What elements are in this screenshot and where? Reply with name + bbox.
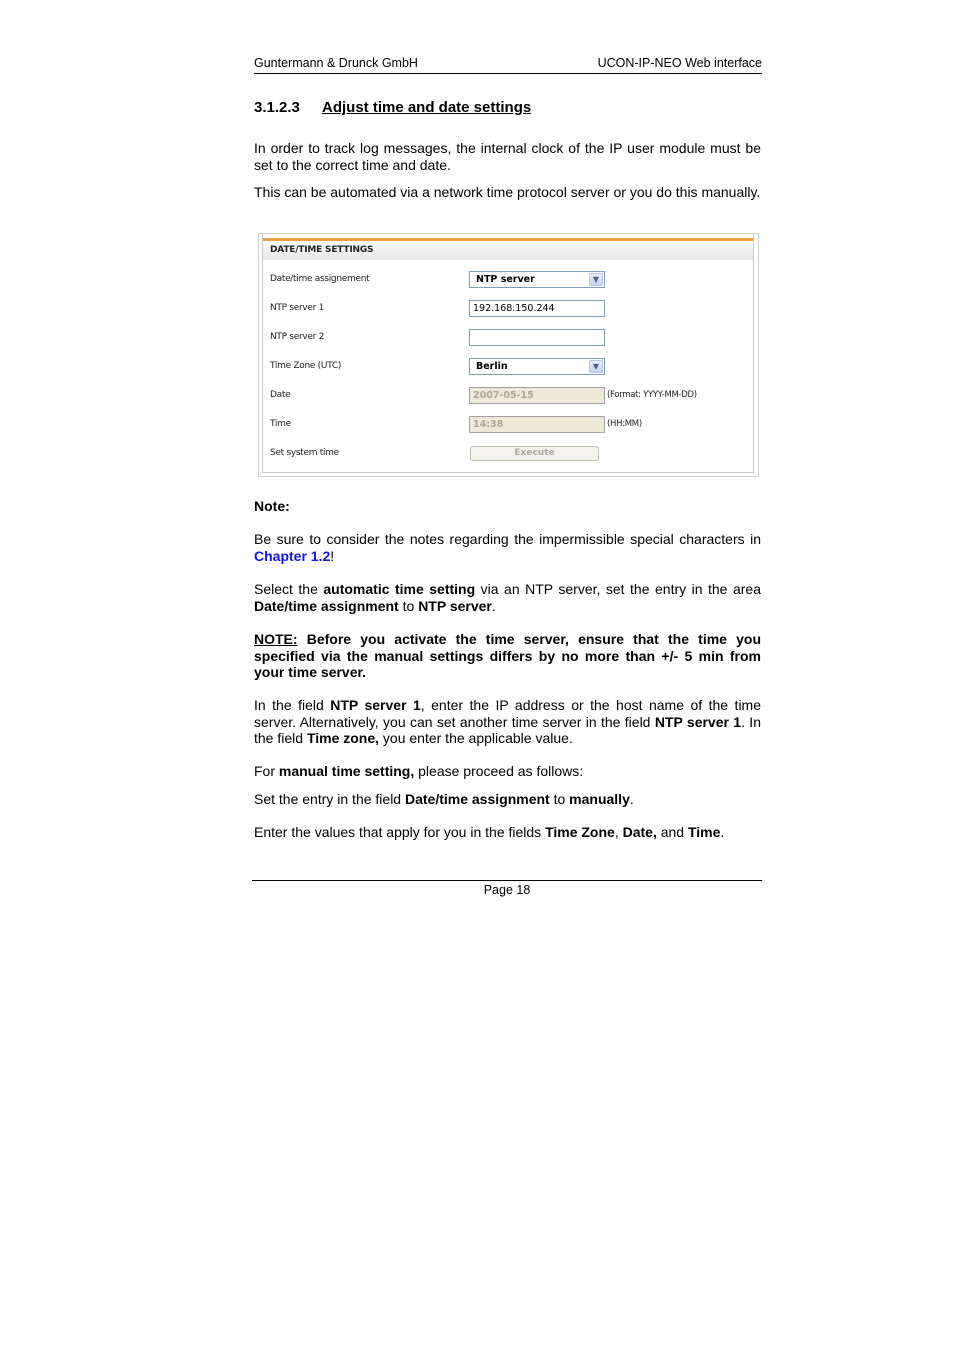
bold-text: Time zone, [306, 730, 380, 746]
section-number: 3.1.2.3 [254, 99, 300, 116]
row-set-system-time: Set system time Execute [263, 445, 753, 465]
text: In the field [254, 697, 331, 713]
note-paragraph-1: Be sure to consider the notes regarding … [254, 531, 761, 564]
page-number: Page 18 [483, 883, 531, 897]
bold-text: Time [687, 824, 721, 840]
datetime-settings-screenshot: DATE/TIME SETTINGS Date/time assignement… [258, 233, 759, 477]
note-p1-end: ! [330, 547, 335, 564]
ntp-server-2-input[interactable] [469, 329, 605, 346]
text: to [398, 597, 419, 614]
header-product: UCON-IP-NEO Web interface [597, 56, 762, 70]
ntp-server-1-input[interactable]: 192.168.150.244 [469, 300, 605, 317]
panel-header: DATE/TIME SETTINGS [263, 238, 753, 260]
chevron-down-icon[interactable]: ▼ [589, 360, 603, 373]
date-format-hint: (Format: YYYY-MM-DD) [607, 390, 697, 400]
text: Select the [254, 581, 324, 597]
bold-text: Time Zone [545, 824, 615, 840]
text: . [720, 824, 725, 840]
bold-text: NTP server [418, 597, 492, 614]
time-input[interactable]: 14:38 [469, 416, 605, 433]
intro-paragraph-2: This can be automated via a network time… [254, 184, 761, 200]
page-header: Guntermann & Drunck GmbH UCON-IP-NEO Web… [254, 55, 762, 74]
note-paragraph-3: In the field NTP server 1, enter the IP … [254, 697, 761, 747]
bold-text: automatic time setting [323, 581, 476, 597]
row-time-zone: Time Zone (UTC) Berlin ▼ [263, 358, 753, 378]
text: For [254, 763, 279, 779]
note-paragraph-2: Select the automatic time setting via an… [254, 581, 761, 614]
date-label: Date [270, 390, 291, 400]
row-date: Date 2007-05-15 (Format: YYYY-MM-DD) [263, 387, 753, 407]
header-company: Guntermann & Drunck GmbH [254, 56, 418, 70]
datetime-assignment-select[interactable]: NTP server ▼ [469, 271, 605, 288]
ntp-server-2-label: NTP server 2 [270, 332, 324, 342]
execute-button[interactable]: Execute [470, 446, 599, 461]
bold-text: Date, [622, 824, 657, 840]
bold-text: Date/time assignment [404, 791, 550, 807]
text: and [656, 824, 688, 840]
page-footer: Page 18 [252, 880, 762, 897]
time-zone-select[interactable]: Berlin ▼ [469, 358, 605, 375]
section-heading: 3.1.2.3 Adjust time and date settings [254, 99, 531, 116]
date-input[interactable]: 2007-05-15 [469, 387, 605, 404]
note-heading-text: Note: [254, 498, 290, 514]
text: , [614, 824, 623, 840]
warning-paragraph: NOTE: Before you activate the time serve… [254, 631, 761, 681]
settings-panel: DATE/TIME SETTINGS Date/time assignement… [262, 234, 754, 473]
text: via an NTP server, set the entry in the … [475, 581, 761, 597]
section-title: Adjust time and date settings [322, 99, 532, 116]
text: . [629, 791, 634, 807]
datetime-assignment-label: Date/time assignement [270, 274, 370, 284]
bold-text: NTP server 1 [330, 697, 421, 713]
row-time: Time 14:38 (HH:MM) [263, 416, 753, 436]
bold-text: NTP server 1 [654, 713, 742, 730]
row-datetime-assignment: Date/time assignement NTP server ▼ [263, 271, 753, 291]
bold-text: Date/time assignment [254, 597, 399, 614]
note-paragraph-4: For manual time setting, please proceed … [254, 763, 761, 780]
intro-paragraph-1: In order to track log messages, the inte… [254, 140, 761, 173]
ntp-server-1-label: NTP server 1 [270, 303, 324, 313]
set-system-time-label: Set system time [270, 448, 339, 458]
time-zone-value: Berlin [476, 361, 508, 372]
note-heading: Note: [254, 498, 761, 515]
warning-text: Before you activate the time server, ens… [254, 631, 761, 680]
note-p1-text: Be sure to consider the notes regarding … [254, 531, 761, 547]
warning-label: NOTE: [254, 631, 298, 647]
time-label: Time [270, 419, 291, 429]
panel-title: DATE/TIME SETTINGS [270, 245, 374, 255]
text: Set the entry in the field [254, 791, 405, 807]
chapter-link[interactable]: Chapter 1.2 [254, 548, 330, 564]
row-ntp-server-2: NTP server 2 [263, 329, 753, 349]
text: please proceed as follows: [414, 763, 584, 779]
time-format-hint: (HH:MM) [607, 419, 642, 429]
bold-text: manually [569, 791, 630, 807]
text: Enter the values that apply for you in t… [254, 824, 546, 840]
chevron-down-icon[interactable]: ▼ [589, 273, 603, 286]
text: to [549, 791, 570, 807]
datetime-assignment-value: NTP server [476, 274, 535, 285]
bold-text: manual time setting, [278, 763, 415, 779]
note-paragraph-5: Set the entry in the field Date/time ass… [254, 791, 761, 808]
row-ntp-server-1: NTP server 1 192.168.150.244 [263, 300, 753, 320]
text: you enter the applicable value. [379, 730, 573, 746]
time-zone-label: Time Zone (UTC) [270, 361, 342, 371]
text: . [491, 597, 496, 614]
note-paragraph-6: Enter the values that apply for you in t… [254, 824, 761, 841]
